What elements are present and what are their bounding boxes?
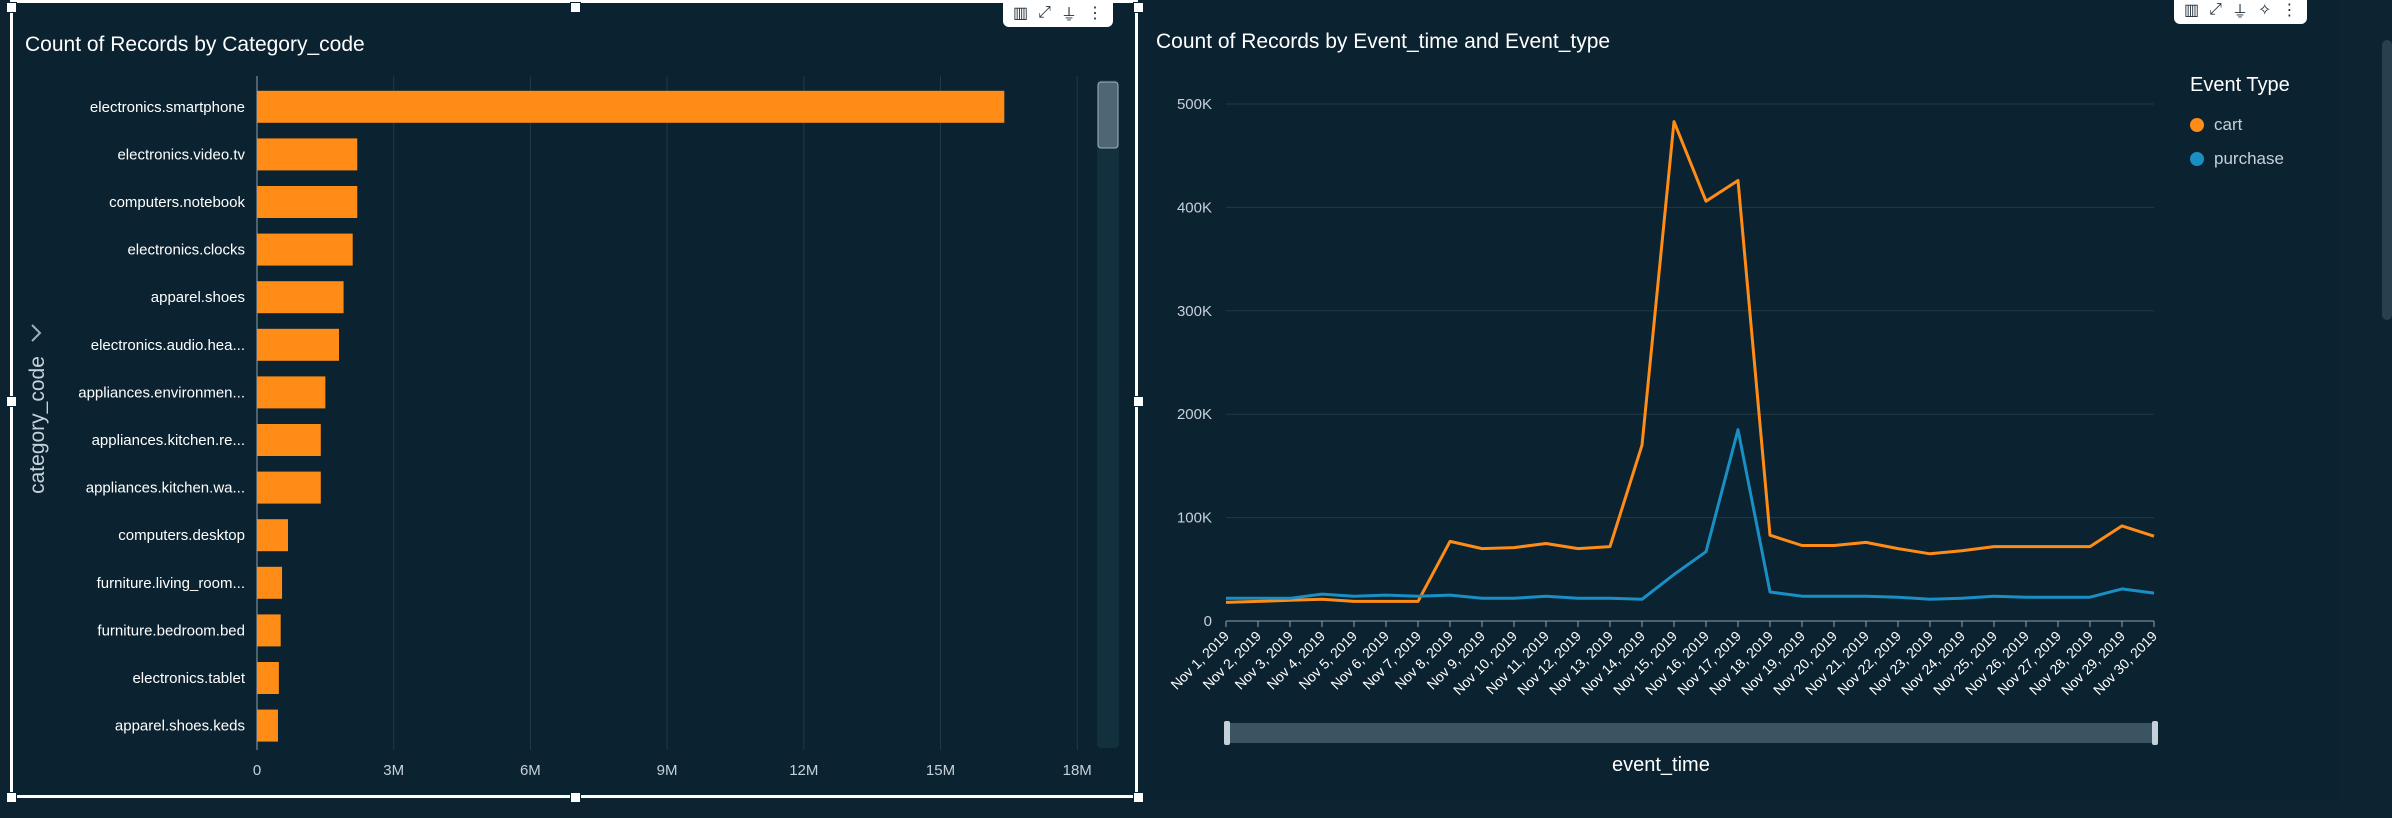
- line-x-labels: Nov 1, 2019Nov 2, 2019Nov 3, 2019Nov 4, …: [1167, 628, 2160, 698]
- y-tick-label: 200K: [1177, 406, 1212, 423]
- series-line-cart: [1225, 120, 2155, 604]
- line-chart-svg: 0 100K 200K 300K 400K 500K Nov 1, 2019Nov 2, …: [1167, 96, 2160, 745]
- slider-handle-right[interactable]: [2152, 721, 2158, 745]
- legend: Event Type cart purchase: [2190, 74, 2290, 183]
- series-line-purchase: [1226, 428, 2155, 601]
- y-tick-label: 400K: [1177, 199, 1212, 216]
- legend-swatch: [2190, 152, 2204, 166]
- legend-label: cart: [2214, 115, 2243, 134]
- x-range-slider[interactable]: [1226, 723, 2156, 743]
- legend-title: Event Type: [2190, 74, 2290, 96]
- y-tick-label: 300K: [1177, 303, 1212, 320]
- x-axis-title: event_time: [1612, 754, 1710, 776]
- legend-label: purchase: [2214, 149, 2284, 168]
- y-tick-label: 0: [1204, 613, 1212, 630]
- legend-item-cart[interactable]: cart: [2190, 115, 2290, 135]
- line-tick-labels: 0 100K 200K 300K 400K 500K: [1177, 96, 1212, 630]
- page-scrollbar[interactable]: [2382, 40, 2392, 320]
- line-grid: [1225, 103, 2155, 627]
- legend-item-purchase[interactable]: purchase: [2190, 149, 2290, 169]
- slider-handle-left[interactable]: [1224, 721, 1230, 745]
- line-series: [1225, 120, 2155, 604]
- y-tick-label: 500K: [1177, 96, 1212, 113]
- legend-swatch: [2190, 118, 2204, 132]
- y-tick-label: 100K: [1177, 510, 1212, 527]
